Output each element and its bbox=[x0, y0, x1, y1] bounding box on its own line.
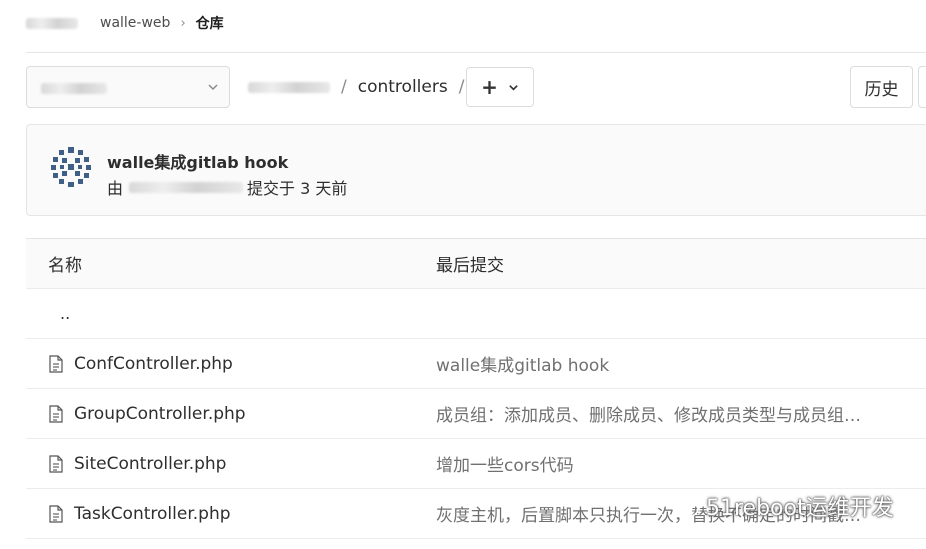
path-segment-controllers[interactable]: controllers bbox=[358, 77, 448, 97]
header-name: 名称 bbox=[48, 256, 82, 276]
file-name-link[interactable]: SiteController.php bbox=[74, 454, 226, 474]
file-name-link[interactable]: GroupController.php bbox=[74, 404, 246, 424]
parent-directory-link[interactable]: .. bbox=[48, 304, 70, 323]
file-name-link[interactable]: ConfController.php bbox=[74, 354, 233, 374]
repository-page: walle-web › 仓库 / controllers / + 历史 wall… bbox=[0, 0, 926, 549]
table-row-parent[interactable]: .. bbox=[26, 289, 926, 339]
history-button[interactable]: 历史 bbox=[850, 66, 913, 108]
commit-title-link[interactable]: walle集成gitlab hook bbox=[107, 149, 288, 173]
last-commit-panel: walle集成gitlab hook 由 提交于 3 天前 bbox=[26, 124, 926, 216]
path-separator: / bbox=[458, 77, 465, 97]
chevron-down-icon bbox=[509, 84, 518, 91]
add-new-dropdown[interactable]: + bbox=[466, 67, 534, 107]
breadcrumb-project-link[interactable]: walle-web bbox=[100, 15, 170, 31]
file-commit-link[interactable]: 成员组：添加成员、删除成员、修改成员类型与成员组… bbox=[436, 389, 861, 438]
path-separator: / bbox=[341, 77, 347, 97]
file-icon bbox=[49, 404, 63, 423]
breadcrumb-group-redacted[interactable] bbox=[26, 17, 78, 29]
table-row[interactable]: ConfController.php walle集成gitlab hook bbox=[26, 339, 926, 389]
breadcrumb: walle-web › 仓库 bbox=[26, 0, 224, 46]
file-icon bbox=[49, 454, 63, 473]
breadcrumb-separator: › bbox=[180, 15, 186, 31]
branch-selector[interactable] bbox=[26, 66, 230, 108]
breadcrumb-current: 仓库 bbox=[195, 16, 224, 32]
file-path: / controllers / bbox=[248, 66, 475, 108]
commit-time: 提交于 3 天前 bbox=[247, 179, 348, 198]
table-header: 名称 最后提交 bbox=[26, 238, 926, 289]
watermark-text: 51reboot运维开发 bbox=[706, 496, 894, 521]
path-root-redacted[interactable] bbox=[248, 81, 330, 93]
table-row[interactable]: SiteController.php 增加一些cors代码 bbox=[26, 439, 926, 489]
toolbar-button-partial[interactable] bbox=[918, 66, 926, 108]
file-icon bbox=[49, 354, 63, 373]
branch-name-redacted bbox=[41, 83, 107, 94]
file-commit-link[interactable]: 增加一些cors代码 bbox=[436, 439, 574, 488]
plus-icon: + bbox=[481, 75, 498, 99]
wechat-icon bbox=[671, 494, 699, 517]
table-row[interactable]: GroupController.php 成员组：添加成员、删除成员、修改成员类型… bbox=[26, 389, 926, 439]
avatar[interactable] bbox=[49, 145, 93, 189]
file-name-link[interactable]: TaskController.php bbox=[74, 504, 231, 524]
header-divider bbox=[26, 52, 926, 53]
commit-by-prefix: 由 bbox=[107, 179, 124, 198]
file-commit-link[interactable]: walle集成gitlab hook bbox=[436, 339, 609, 388]
repo-toolbar: / controllers / + 历史 bbox=[26, 66, 926, 110]
file-icon bbox=[49, 504, 63, 523]
header-last-commit: 最后提交 bbox=[436, 256, 504, 276]
watermark: 51reboot运维开发 bbox=[670, 490, 894, 522]
chevron-down-icon bbox=[208, 84, 218, 91]
commit-meta: 由 提交于 3 天前 bbox=[107, 175, 347, 199]
commit-author-redacted[interactable] bbox=[129, 181, 244, 193]
